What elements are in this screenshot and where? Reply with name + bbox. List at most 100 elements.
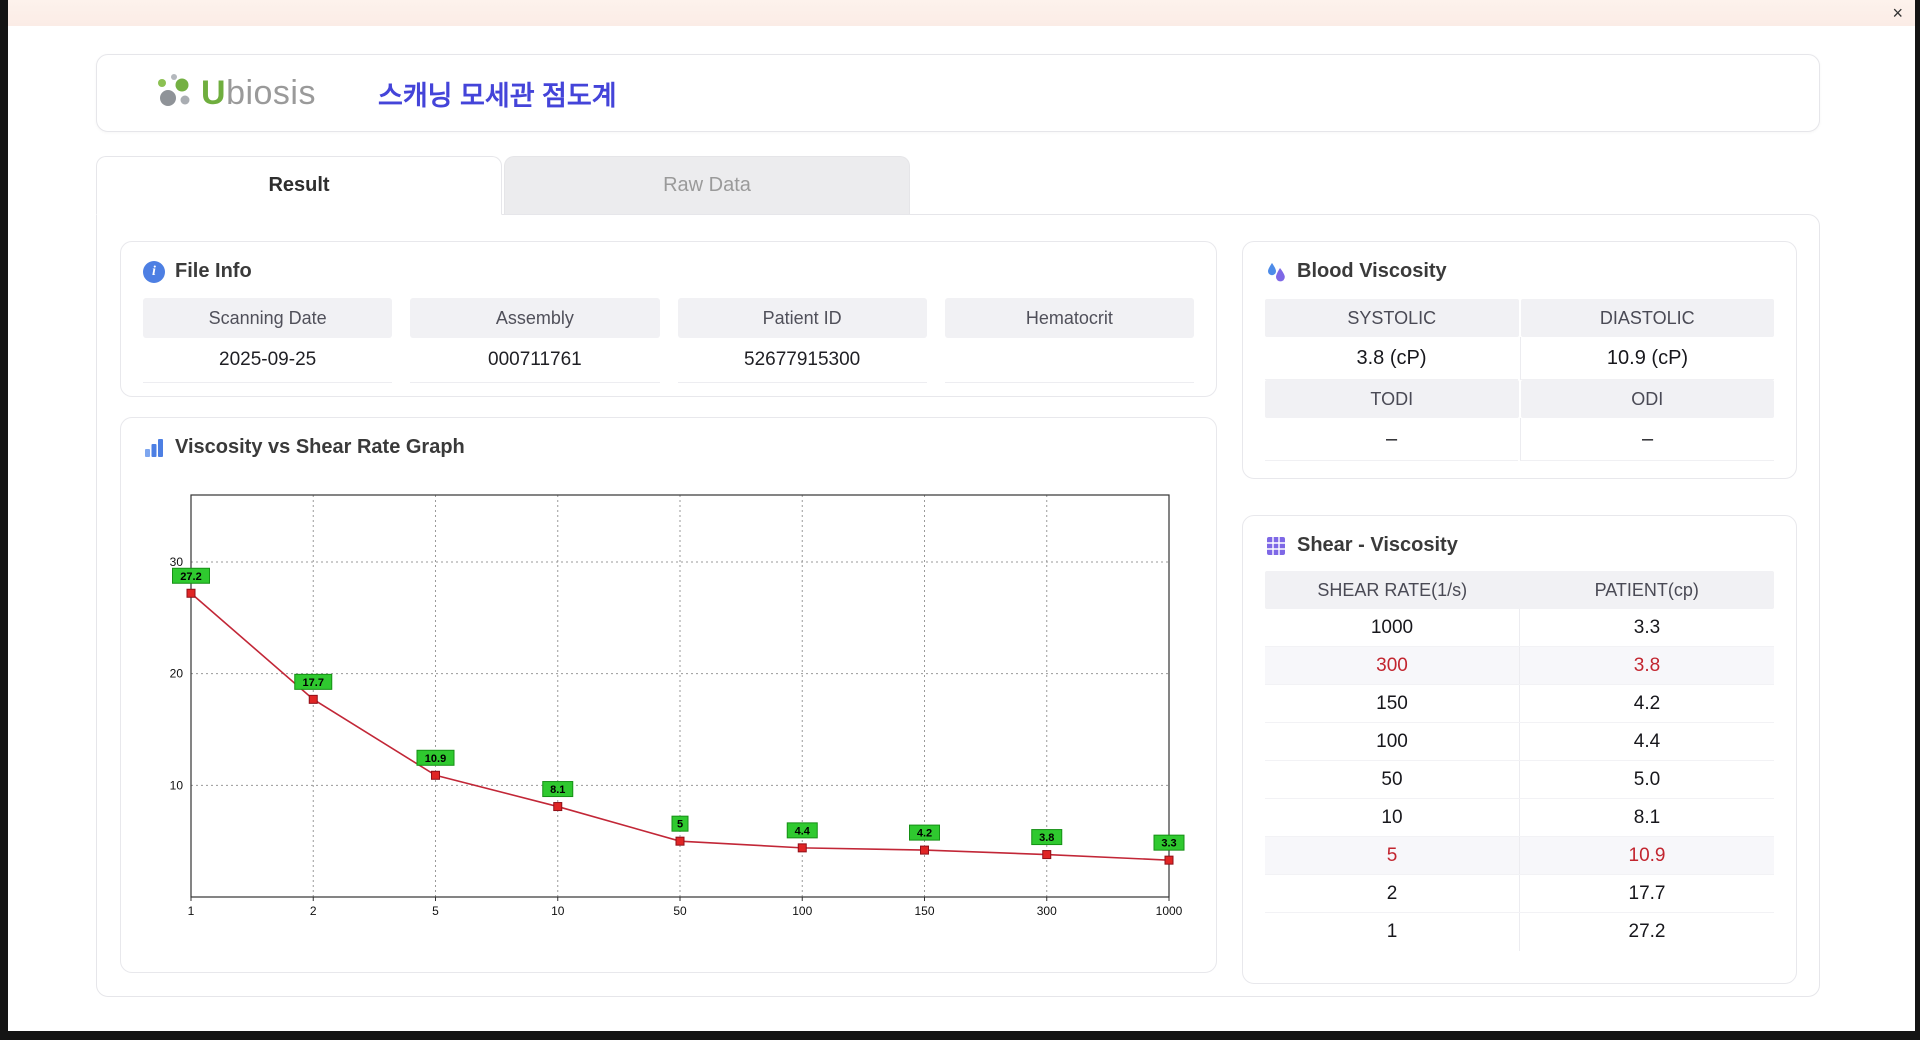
- systolic-label: SYSTOLIC: [1265, 299, 1519, 337]
- ubiosis-logo: Ubiosis: [153, 72, 316, 114]
- page-title: 스캐닝 모세관 점도계: [378, 80, 617, 111]
- tab-bar: Result Raw Data: [96, 156, 1820, 215]
- svg-text:27.2: 27.2: [180, 571, 201, 583]
- logo-wordmark: Ubiosis: [201, 74, 316, 113]
- svg-text:2: 2: [309, 904, 316, 918]
- svg-text:3.8: 3.8: [1039, 832, 1054, 844]
- svg-text:3.3: 3.3: [1161, 838, 1176, 850]
- graph-card: Viscosity vs Shear Rate Graph 10 20 30 1 2 5 1…: [120, 417, 1217, 973]
- odi-label: ODI: [1520, 380, 1774, 418]
- logo-u: U: [201, 73, 227, 112]
- table-row: 2 17.7: [1265, 875, 1774, 913]
- file-info-title-row: i File Info: [143, 260, 1194, 283]
- patient-cell: 17.7: [1519, 875, 1774, 912]
- bar-chart-icon: [145, 438, 163, 457]
- file-info-card: i File Info Scanning Date 2025-09-25 Ass…: [120, 241, 1217, 397]
- table-row: 1000 3.3: [1265, 609, 1774, 647]
- blood-viscosity-grid: SYSTOLIC DIASTOLIC 3.8 (cP) 10.9 (cP) TO…: [1265, 299, 1774, 461]
- todi-value: –: [1265, 418, 1518, 461]
- tab-result[interactable]: Result: [96, 156, 502, 215]
- table-icon: [1267, 536, 1285, 555]
- file-info-title: File Info: [175, 260, 252, 282]
- field-assembly: Assembly 000711761: [410, 298, 660, 383]
- logo-leaf-icon: [158, 74, 190, 106]
- shear-rate-cell: 50: [1381, 768, 1403, 790]
- svg-text:300: 300: [1036, 904, 1056, 918]
- field-scanning-date: Scanning Date 2025-09-25: [143, 298, 393, 383]
- todi-label: TODI: [1265, 380, 1519, 418]
- svg-text:5: 5: [676, 819, 682, 831]
- column-header-shear-rate: SHEAR RATE(1/s): [1317, 579, 1468, 600]
- svg-text:8.1: 8.1: [550, 784, 565, 796]
- field-hematocrit: Hematocrit: [944, 298, 1194, 383]
- bv-value-row: – –: [1265, 418, 1774, 461]
- field-value: [944, 338, 1194, 383]
- patient-cell: 4.2: [1519, 685, 1774, 722]
- blood-viscosity-card: Blood Viscosity SYSTOLIC DIASTOLIC 3.8 (…: [1242, 241, 1797, 479]
- blood-viscosity-title-row: Blood Viscosity: [1265, 260, 1774, 283]
- shear-table-header: SHEAR RATE(1/s) PATIENT(cp): [1265, 571, 1774, 609]
- svg-text:10: 10: [169, 778, 183, 792]
- table-row: 300 3.8: [1265, 647, 1774, 685]
- svg-text:4.4: 4.4: [794, 825, 810, 837]
- field-label: Patient ID: [677, 298, 927, 338]
- shear-rate-cell: 100: [1376, 730, 1408, 752]
- viscosity-chart: 10 20 30 1 2 5 10 50 100 150 300 1000 27.2 17.7 10.9 8.…: [169, 494, 1184, 918]
- shear-rate-cell: 5: [1265, 837, 1519, 874]
- diastolic-label: DIASTOLIC: [1520, 299, 1774, 337]
- bv-value-row: 3.8 (cP) 10.9 (cP): [1265, 337, 1774, 380]
- table-row: 50 5.0: [1265, 761, 1774, 799]
- svg-text:50: 50: [673, 904, 687, 918]
- svg-text:4.2: 4.2: [916, 828, 931, 840]
- shear-rate-cell: 10: [1381, 806, 1403, 828]
- field-patient-id: Patient ID 52677915300: [677, 298, 927, 383]
- odi-value: –: [1520, 418, 1774, 461]
- patient-cell: 3.3: [1519, 609, 1774, 646]
- patient-cell: 8.1: [1519, 799, 1774, 836]
- svg-text:1: 1: [187, 904, 194, 918]
- column-header-patient: PATIENT(cp): [1594, 579, 1699, 600]
- svg-text:20: 20: [169, 667, 183, 681]
- shear-viscosity-title-row: Shear - Viscosity: [1265, 534, 1774, 557]
- diastolic-value: 10.9 (cP): [1520, 337, 1774, 380]
- field-value: 52677915300: [677, 338, 927, 383]
- logo-rest: biosis: [226, 73, 316, 112]
- shear-viscosity-card: Shear - Viscosity SHEAR RATE(1/s) PATIEN…: [1242, 515, 1797, 984]
- shear-viscosity-title: Shear - Viscosity: [1297, 534, 1458, 556]
- shear-rate-cell: 1: [1386, 921, 1398, 942]
- bv-header-row: TODI ODI: [1265, 380, 1774, 418]
- tab-raw-data[interactable]: Raw Data: [504, 156, 910, 214]
- patient-cell: 4.4: [1519, 723, 1774, 760]
- result-panel: i File Info Scanning Date 2025-09-25 Ass…: [96, 214, 1820, 997]
- shear-rate-cell: 150: [1376, 692, 1408, 714]
- header-card: Ubiosis 스캐닝 모세관 점도계: [96, 54, 1820, 132]
- shear-table-body: 1000 3.3 300 3.8 150 4.2 100 4.4 50 5.0 10 8.1 5 10.9…: [1265, 609, 1774, 951]
- patient-cell: 5.0: [1519, 761, 1774, 798]
- svg-text:10.9: 10.9: [424, 753, 445, 765]
- shear-table: SHEAR RATE(1/s) PATIENT(cp) 1000 3.3 300 3.…: [1265, 571, 1774, 951]
- table-row: 1 27.2: [1265, 913, 1774, 951]
- info-icon: i: [143, 260, 165, 283]
- app-window: × Ubiosis 스캐닝 모세관 점도계 Result Raw Data i …: [8, 0, 1915, 1031]
- titlebar: ×: [8, 0, 1915, 26]
- close-icon[interactable]: ×: [1892, 2, 1903, 24]
- table-row: 10 8.1: [1265, 799, 1774, 837]
- table-row: 5 10.9: [1265, 837, 1774, 875]
- shear-rate-cell: 2: [1386, 882, 1398, 904]
- page: Ubiosis 스캐닝 모세관 점도계 Result Raw Data i Fi…: [8, 26, 1915, 997]
- patient-cell: 10.9: [1519, 837, 1774, 874]
- svg-text:30: 30: [169, 555, 183, 569]
- field-value: 2025-09-25: [143, 338, 393, 383]
- svg-text:10: 10: [551, 904, 565, 918]
- svg-text:17.7: 17.7: [302, 677, 323, 689]
- right-column: Blood Viscosity SYSTOLIC DIASTOLIC 3.8 (…: [1242, 241, 1797, 984]
- graph-title: Viscosity vs Shear Rate Graph: [175, 436, 465, 458]
- svg-text:1000: 1000: [1155, 904, 1182, 918]
- patient-cell: 27.2: [1519, 913, 1774, 951]
- field-value: 000711761: [410, 338, 660, 383]
- svg-text:150: 150: [914, 904, 934, 918]
- shear-rate-cell: 1000: [1370, 616, 1414, 638]
- droplets-icon: [1268, 262, 1285, 281]
- patient-cell: 3.8: [1519, 647, 1774, 684]
- svg-text:100: 100: [792, 904, 812, 918]
